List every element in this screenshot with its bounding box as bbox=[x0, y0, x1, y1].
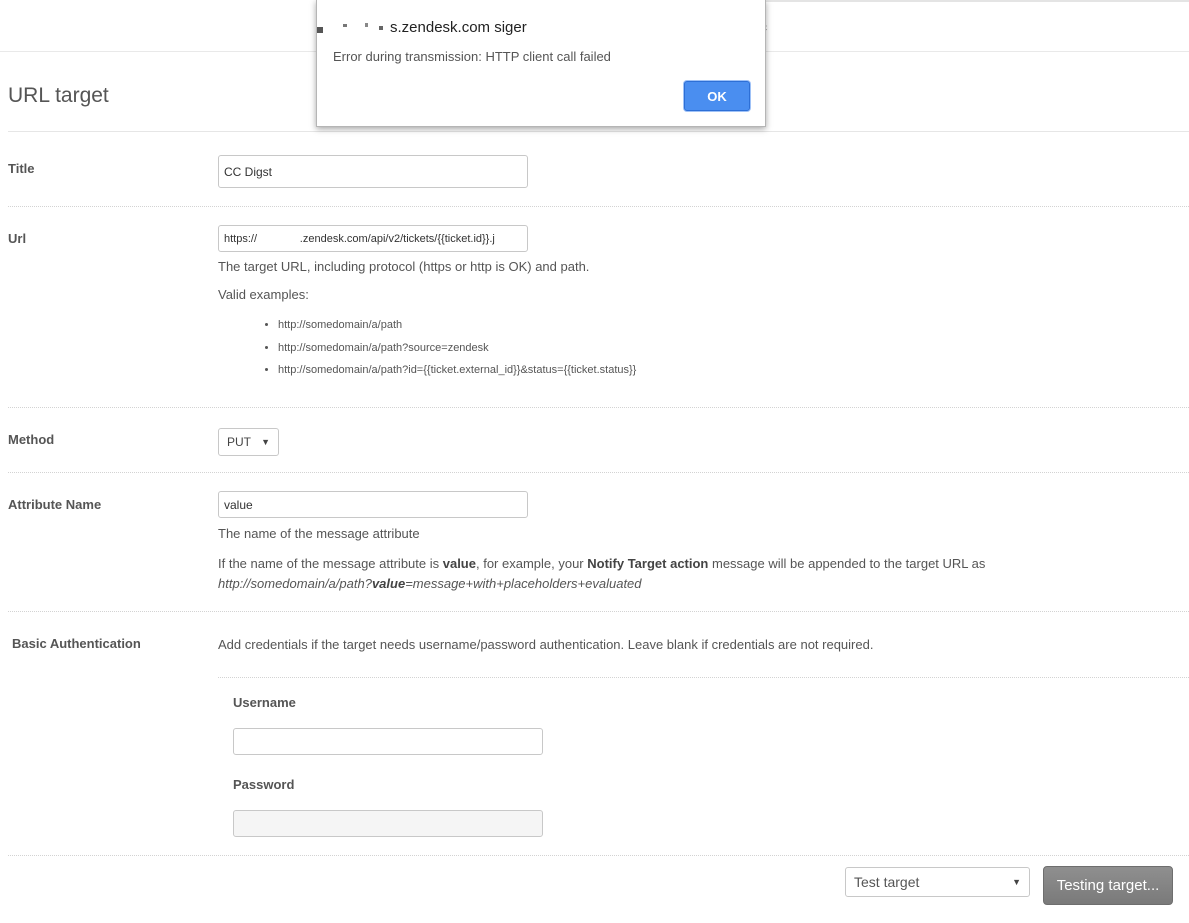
target-action-select-value: Test target bbox=[854, 874, 920, 890]
dialog-message: Error during transmission: HTTP client c… bbox=[333, 49, 611, 64]
method-select[interactable]: PUT ▼ bbox=[218, 428, 279, 456]
basic-auth-help: Add credentials if the target needs user… bbox=[218, 637, 874, 652]
dialog-title: s.zendesk.com siger bbox=[390, 19, 527, 36]
testing-target-button[interactable]: Testing target... bbox=[1043, 866, 1173, 905]
divider bbox=[8, 407, 1189, 408]
attribute-name-help: The name of the message attribute bbox=[218, 526, 420, 541]
divider bbox=[8, 855, 1189, 856]
chevron-down-icon: ▼ bbox=[261, 437, 270, 447]
username-label: Username bbox=[233, 695, 296, 710]
redacted-domain-icon bbox=[317, 23, 383, 33]
basic-auth-label: Basic Authentication bbox=[12, 636, 141, 651]
url-example: http://somedomain/a/path?id={{ticket.ext… bbox=[278, 363, 636, 377]
attribute-name-description: If the name of the message attribute is … bbox=[218, 556, 986, 591]
divider bbox=[8, 206, 1189, 207]
title-label: Title bbox=[8, 161, 35, 176]
url-input[interactable] bbox=[218, 225, 528, 252]
target-action-select[interactable]: Test target ▼ bbox=[845, 867, 1030, 897]
divider bbox=[218, 677, 1189, 678]
valid-examples-label: Valid examples: bbox=[218, 287, 309, 302]
chevron-down-icon: ▼ bbox=[1012, 877, 1021, 887]
url-label: Url bbox=[8, 231, 27, 246]
url-help: The target URL, including protocol (http… bbox=[218, 259, 590, 274]
password-label: Password bbox=[233, 777, 295, 792]
url-examples-list: http://somedomain/a/path http://somedoma… bbox=[258, 318, 636, 386]
method-select-value: PUT bbox=[227, 435, 251, 449]
divider bbox=[8, 131, 1189, 132]
alert-dialog: s.zendesk.com siger Error during transmi… bbox=[316, 0, 766, 127]
title-input[interactable] bbox=[218, 155, 528, 188]
url-example: http://somedomain/a/path?source=zendesk bbox=[278, 341, 636, 355]
page-title: URL target bbox=[8, 84, 109, 107]
method-label: Method bbox=[8, 432, 55, 447]
attribute-name-label: Attribute Name bbox=[8, 497, 102, 512]
divider bbox=[8, 611, 1189, 612]
url-example: http://somedomain/a/path bbox=[278, 318, 636, 332]
attribute-name-input[interactable] bbox=[218, 491, 528, 518]
password-input[interactable] bbox=[233, 810, 543, 837]
dialog-ok-button[interactable]: OK bbox=[684, 81, 750, 111]
username-input[interactable] bbox=[233, 728, 543, 755]
divider bbox=[8, 472, 1189, 473]
